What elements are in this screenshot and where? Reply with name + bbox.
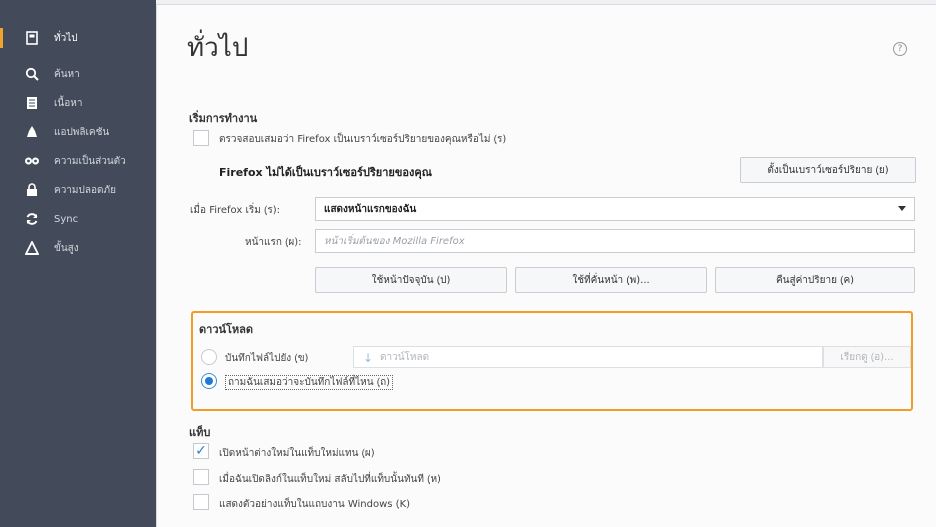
sidebar-item-label: ความปลอดภัย — [54, 184, 116, 196]
homepage-input[interactable]: หน้าเริ่มต้นของ Mozilla Firefox — [315, 229, 915, 253]
privacy-icon — [24, 153, 40, 169]
sidebar-item-label: เนื้อหา — [54, 97, 83, 109]
sidebar-item-label: ขั้นสูง — [54, 242, 79, 254]
sidebar-item-search[interactable]: ค้นหา — [0, 61, 156, 87]
advanced-icon — [24, 240, 40, 256]
download-arrow-icon: ↓ — [363, 351, 374, 365]
when-starts-value: แสดงหน้าแรกของฉัน — [324, 203, 417, 215]
download-folder-field[interactable]: ↓ ดาวน์โหลด — [353, 346, 823, 368]
save-to-label: บันทึกไฟล์ไปยัง (ฺข) — [225, 353, 309, 364]
show-previews-label: แสดงตัวอย่างแท็บในแถบงาน Windows (ฺK) — [219, 499, 411, 510]
always-ask-radio[interactable] — [201, 373, 217, 389]
sync-icon — [24, 211, 40, 227]
open-new-windows-checkbox[interactable]: ✓ — [193, 443, 209, 459]
check-default-label: ตรวจสอบเสมอว่า Firefox เป็นเบราว์เซอร์ปร… — [219, 134, 507, 145]
sidebar: ทั่วไป ค้นหา เนื้อหา แอปพลิเคชัน ความเป็… — [0, 0, 156, 527]
use-current-page-button[interactable]: ใช้หน้าปัจจุบัน (ฺป) — [315, 267, 507, 293]
sidebar-item-security[interactable]: ความปลอดภัย — [0, 177, 156, 203]
when-starts-select[interactable]: แสดงหน้าแรกของฉัน — [315, 197, 915, 221]
chevron-down-icon — [898, 206, 906, 211]
sidebar-item-label: ความเป็นส่วนตัว — [54, 155, 126, 167]
always-ask-label-wrap: ถามฉันเสมอว่าจะบันทึกไฟล์ที่ไหน (ฺถ) — [225, 375, 394, 390]
help-icon[interactable]: ? — [893, 42, 907, 56]
restore-default-button[interactable]: คืนสู่ค่าปริยาย (ฺค) — [715, 267, 915, 293]
when-starts-label: เมื่อ Firefox เริ่ม (ฺร): — [190, 205, 280, 216]
homepage-label: หน้าแรก (ฺผ): — [245, 237, 302, 248]
switch-to-tab-checkbox[interactable] — [193, 469, 209, 485]
switch-to-tab-label: เมื่อฉันเปิดลิงก์ในแท็บใหม่ สลับไปที่แท็… — [219, 474, 441, 485]
downloads-section-title: ดาวน์โหลด — [199, 323, 254, 336]
always-ask-label: ถามฉันเสมอว่าจะบันทึกไฟล์ที่ไหน (ฺถ) — [225, 375, 394, 390]
general-icon — [24, 30, 40, 46]
sidebar-item-content[interactable]: เนื้อหา — [0, 90, 156, 116]
open-new-windows-label: เปิดหน้าต่างใหม่ในแท็บใหม่แทน (ฺผ) — [219, 448, 375, 459]
sidebar-item-label: ทั่วไป — [54, 32, 78, 44]
make-default-button[interactable]: ตั้งเป็นเบราว์เซอร์ปริยาย (ฺย) — [740, 157, 916, 183]
use-bookmark-button[interactable]: ใช้ที่คั่นหน้า (ฺพ)... — [515, 267, 707, 293]
show-previews-checkbox[interactable] — [193, 494, 209, 510]
lock-icon — [24, 182, 40, 198]
sidebar-item-applications[interactable]: แอปพลิเคชัน — [0, 119, 156, 145]
applications-icon — [24, 124, 40, 140]
save-to-radio[interactable] — [201, 349, 217, 365]
sidebar-item-privacy[interactable]: ความเป็นส่วนตัว — [0, 148, 156, 174]
download-folder-value: ดาวน์โหลด — [380, 351, 430, 363]
sidebar-item-advanced[interactable]: ขั้นสูง — [0, 235, 156, 261]
content-icon — [24, 95, 40, 111]
not-default-text: Firefox ไม่ได้เป็นเบราว์เซอร์ปริยายของคุ… — [219, 166, 432, 179]
sidebar-item-label: Sync — [54, 213, 79, 225]
tabs-section-title: แท็บ — [189, 426, 211, 439]
sidebar-item-label: ค้นหา — [54, 68, 80, 80]
search-icon — [24, 66, 40, 82]
check-default-checkbox[interactable] — [193, 130, 209, 146]
sidebar-item-label: แอปพลิเคชัน — [54, 126, 110, 138]
page-title: ทั่วไป — [187, 33, 249, 63]
main-panel: ทั่วไป ? เริ่มการทำงาน ตรวจสอบเสมอว่า Fi… — [156, 4, 936, 527]
browse-button[interactable]: เรียกดู (ฺอ)... — [823, 346, 911, 368]
startup-section-title: เริ่มการทำงาน — [189, 112, 258, 125]
sidebar-item-sync[interactable]: Sync — [0, 206, 156, 232]
sidebar-item-general[interactable]: ทั่วไป — [0, 25, 156, 51]
